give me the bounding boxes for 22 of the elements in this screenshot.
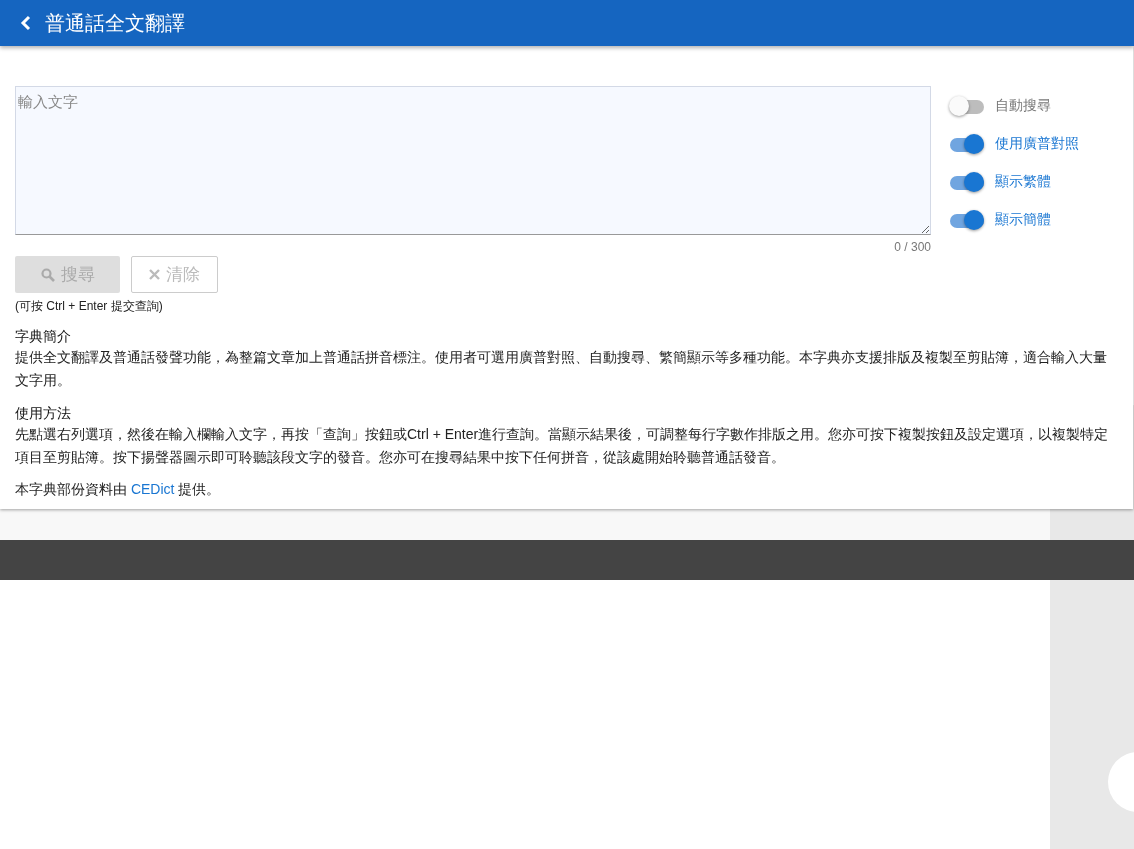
section-heading: 使用方法 bbox=[15, 404, 72, 423]
close-icon bbox=[149, 269, 160, 280]
chevron-left-icon bbox=[20, 15, 32, 31]
section-text: 提供全文翻譯及普通話發聲功能，為整篇文章加上普通話拼音標注。使用者可選用廣普對照、自動搜尋、繁簡顯示等多種功能。本字典亦支援排版及複製至剪貼簿，適合輸入大量文字用。 bbox=[15, 348, 1108, 390]
toggle-switch[interactable] bbox=[949, 171, 984, 192]
toggle-switch[interactable] bbox=[949, 209, 984, 230]
character-counter: 0 / 300 bbox=[893, 240, 931, 254]
back-button[interactable] bbox=[19, 13, 33, 33]
input-field[interactable]: 輸入文字 bbox=[15, 86, 931, 235]
shortcut-hint: (可按 Ctrl + Enter 提交查詢) bbox=[15, 298, 164, 315]
toggle-switch[interactable] bbox=[949, 95, 984, 116]
toggle-label[interactable]: 使用廣普對照 bbox=[995, 134, 1079, 153]
toggle-label[interactable]: 顯示繁體 bbox=[995, 172, 1051, 191]
cedict-link[interactable]: CEDict bbox=[130, 481, 175, 497]
toggle-switch[interactable] bbox=[949, 133, 984, 154]
search-icon bbox=[40, 267, 55, 282]
toggle-label[interactable]: 自動搜尋 bbox=[995, 96, 1051, 115]
page-title: 普通話全文翻譯 bbox=[45, 10, 185, 36]
credit-text: 本字典部份資料由 CEDict 提供。 bbox=[15, 480, 222, 499]
section-heading: 字典簡介 bbox=[15, 327, 72, 346]
toggle-label[interactable]: 顯示簡體 bbox=[995, 210, 1051, 229]
section-text: 先點選右列選項，然後在輸入欄輸入文字，再按「查詢」按鈕或Ctrl + Enter進行查詢。當顯示結果後，可調整每行字數作排版之用。您亦可按下複製按鈕及設定選項，以複製特定項目至剪貼簿。按下揚聲器圖示即可聆聽該段文字的發音。您亦可在搜尋結果中按下任何拼音，從該處開始聆聽普通話發音。 bbox=[15, 425, 1110, 467]
